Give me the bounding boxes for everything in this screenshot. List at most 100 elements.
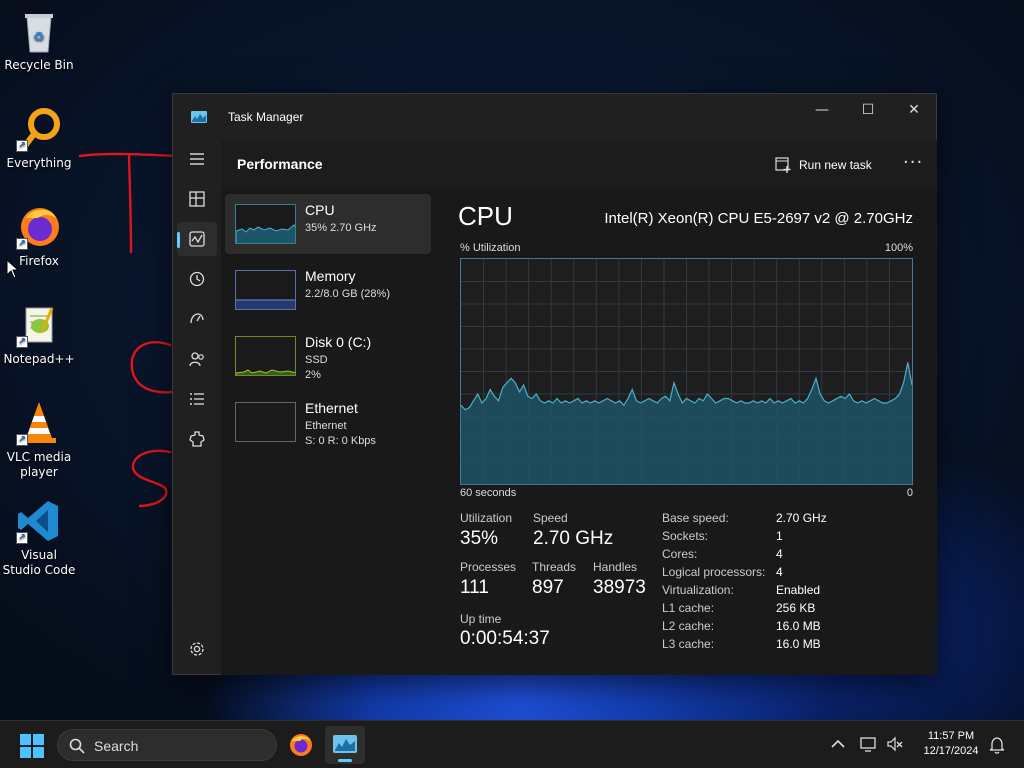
- shortcut-arrow-icon: ↗: [16, 140, 28, 152]
- spec-value: 4: [776, 565, 783, 579]
- resource-name: CPU: [305, 202, 335, 218]
- detail-heading: CPU: [458, 201, 513, 231]
- task-manager-app-icon: [333, 735, 357, 753]
- taskbar-firefox[interactable]: [281, 726, 321, 764]
- resource-name: Disk 0 (C:): [305, 334, 372, 350]
- firefox-icon: ↗: [16, 204, 62, 250]
- maximize-button[interactable]: ☐: [845, 96, 891, 124]
- run-task-icon: [775, 157, 791, 173]
- shortcut-arrow-icon: ↗: [16, 336, 28, 348]
- spec-key: L3 cache:: [662, 637, 715, 651]
- task-manager-app-icon: [191, 111, 207, 123]
- resource-item-disk[interactable]: Disk 0 (C:) SSD 2%: [225, 326, 431, 386]
- taskbar-task-manager[interactable]: [325, 726, 365, 764]
- shortcut-arrow-icon: ↗: [16, 238, 28, 250]
- performance-icon[interactable]: [177, 222, 217, 256]
- graph-y-min: 0: [906, 487, 913, 499]
- taskbar: Search 11:57 PM 12/17/2024: [0, 720, 1024, 768]
- start-button[interactable]: [20, 734, 44, 758]
- mouse-cursor-icon: [6, 259, 20, 279]
- menu-icon[interactable]: [177, 142, 217, 176]
- resource-item-cpu[interactable]: CPU 35% 2.70 GHz: [225, 194, 431, 254]
- resource-item-memory[interactable]: Memory 2.2/8.0 GB (28%): [225, 260, 431, 320]
- threads-label: Threads: [532, 560, 577, 574]
- vscode-icon: ↗: [16, 498, 62, 544]
- performance-header: Performance Run new task ···: [221, 140, 937, 188]
- spec-value: 16.0 MB: [776, 619, 821, 633]
- resource-name: Memory: [305, 268, 356, 284]
- resource-item-ethernet[interactable]: Ethernet Ethernet S: 0 R: 0 Kbps: [225, 392, 431, 452]
- spec-value: 1: [776, 529, 783, 543]
- processes-icon[interactable]: [177, 182, 217, 216]
- spec-key: Virtualization:: [662, 583, 734, 597]
- taskbar-search-box[interactable]: Search: [57, 729, 277, 761]
- vlc-cone-icon: ↗: [16, 400, 62, 446]
- utilization-value: 35%: [460, 528, 499, 549]
- processes-label: Processes: [460, 560, 517, 574]
- desktop-icon-label: VLC media player: [6, 450, 72, 479]
- task-manager-window: Task Manager — ☐ ✕ Performance Run new t…: [172, 93, 937, 675]
- resource-detail: Ethernet S: 0 R: 0 Kbps: [305, 419, 376, 449]
- details-icon[interactable]: [177, 382, 217, 416]
- desktop-icon-label: Visual Studio Code: [2, 548, 76, 577]
- run-new-task-button[interactable]: Run new task: [775, 150, 872, 180]
- spec-value: 2.70 GHz: [776, 511, 827, 525]
- cpu-detail-panel: CPU Intel(R) Xeon(R) CPU E5-2697 v2 @ 2.…: [457, 188, 937, 675]
- uptime-label: Up time: [460, 612, 502, 626]
- settings-icon[interactable]: [177, 632, 217, 666]
- uptime-value: 0:00:54:37: [460, 628, 550, 649]
- cpu-thumbnail-graph: [235, 204, 296, 244]
- resource-detail: SSD 2%: [305, 353, 328, 383]
- recycle-bin-icon: ♻: [16, 8, 62, 54]
- desktop-icon-vlc[interactable]: ↗ VLC media player: [2, 400, 76, 480]
- title-bar[interactable]: Task Manager — ☐ ✕: [173, 94, 936, 140]
- spec-key: L1 cache:: [662, 601, 715, 615]
- threads-value: 897: [532, 577, 564, 598]
- everything-search-icon: ↗: [16, 106, 62, 152]
- network-icon[interactable]: [860, 736, 878, 752]
- disk-thumbnail-graph: [235, 336, 296, 376]
- spec-key: Cores:: [662, 547, 698, 561]
- resource-detail: 2.2/8.0 GB (28%): [305, 288, 390, 300]
- desktop-icon-recycle-bin[interactable]: ♻ Recycle Bin: [2, 8, 76, 73]
- run-new-task-label: Run new task: [799, 158, 872, 172]
- windows-logo-icon: [20, 734, 44, 758]
- system-clock[interactable]: 11:57 PM 12/17/2024: [912, 729, 990, 759]
- close-button[interactable]: ✕: [891, 96, 937, 124]
- cpu-utilization-graph: [460, 258, 913, 485]
- ethernet-throughput: S: 0 R: 0 Kbps: [305, 435, 376, 447]
- startup-apps-icon[interactable]: [177, 302, 217, 336]
- desktop-icon-label: Recycle Bin: [4, 58, 74, 72]
- desktop-icon-everything[interactable]: ↗ Everything: [2, 106, 76, 171]
- clock-date: 12/17/2024: [923, 745, 979, 757]
- firefox-icon: [290, 734, 312, 756]
- services-icon[interactable]: [177, 422, 217, 456]
- desktop-icon-vscode[interactable]: ↗ Visual Studio Code: [2, 498, 76, 578]
- resource-detail: 35% 2.70 GHz: [305, 222, 377, 234]
- app-history-icon[interactable]: [177, 262, 217, 296]
- search-placeholder: Search: [94, 738, 139, 754]
- spec-key: L2 cache:: [662, 619, 715, 633]
- ethernet-thumbnail-graph: [235, 402, 296, 442]
- search-icon: [69, 738, 85, 754]
- disk-type: SSD: [305, 354, 328, 366]
- notification-bell-icon[interactable]: [989, 736, 1005, 754]
- minimize-button[interactable]: —: [799, 96, 845, 124]
- processes-value: 111: [460, 577, 489, 598]
- chevron-up-icon[interactable]: [831, 738, 845, 750]
- spec-value: Enabled: [776, 583, 821, 597]
- more-options-button[interactable]: ···: [903, 152, 923, 173]
- handles-label: Handles: [593, 560, 638, 574]
- shortcut-arrow-icon: ↗: [16, 532, 28, 544]
- volume-muted-icon[interactable]: [886, 736, 904, 752]
- speed-value: 2.70 GHz: [533, 528, 614, 549]
- resource-list: CPU 35% 2.70 GHz Memory 2.2/8.0 GB (28%)…: [225, 194, 431, 458]
- spec-value: 256 KB: [776, 601, 816, 615]
- desktop-icon-notepadpp[interactable]: ↗ Notepad++: [2, 302, 76, 367]
- graph-y-label: % Utilization: [460, 242, 521, 254]
- page-title: Performance: [237, 156, 323, 172]
- graph-y-max: 100%: [884, 242, 913, 254]
- speed-label: Speed: [533, 511, 568, 525]
- clock-time: 11:57 PM: [927, 730, 975, 742]
- users-icon[interactable]: [177, 342, 217, 376]
